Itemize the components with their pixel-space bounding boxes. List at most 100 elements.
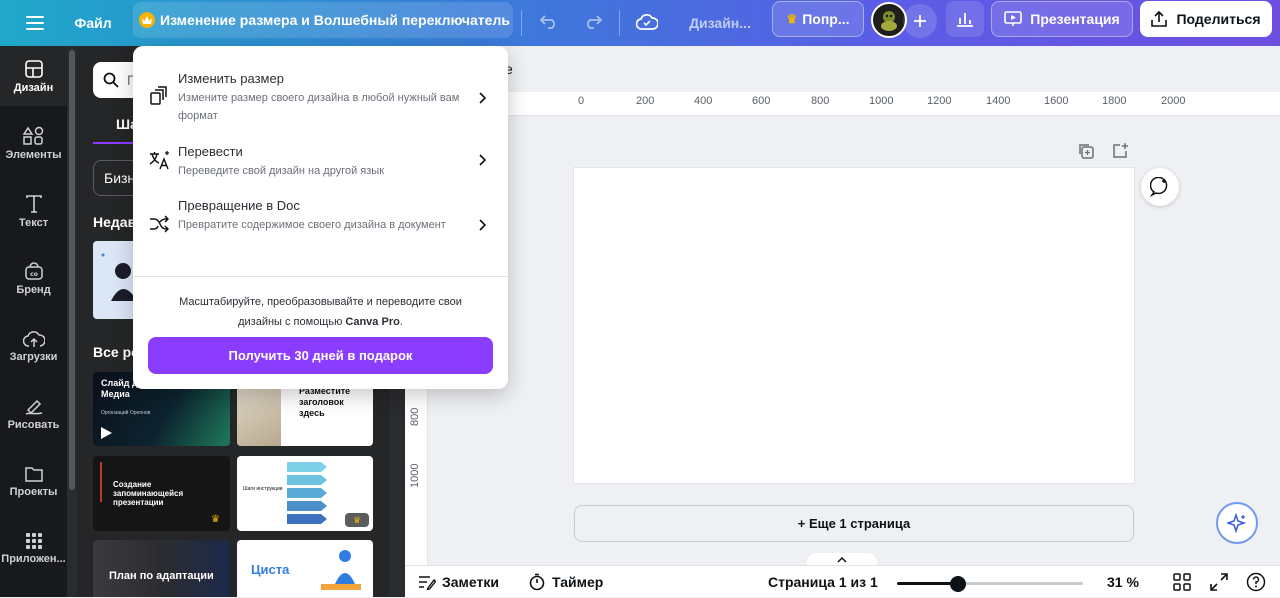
template-thumbnail[interactable]: План по адаптации	[93, 540, 230, 597]
duplicate-page-icon[interactable]	[1077, 142, 1097, 162]
draw-icon	[25, 399, 42, 415]
accent-bar	[100, 462, 102, 502]
step-arrow	[287, 475, 327, 485]
template-thumbnail[interactable]: Циста	[237, 540, 373, 597]
folder-icon	[24, 466, 43, 482]
page-indicator[interactable]: Страница 1 из 1	[768, 566, 878, 598]
rail-item-label: Дизайн	[13, 81, 54, 94]
bottom-bar: Заметки Таймер Страница 1 из 1 31 %	[405, 565, 1280, 597]
pro-promo-text: Масштабируйте, преобразовывайте и перево…	[157, 292, 484, 332]
ruler-tick: 800	[811, 95, 830, 107]
template-title: Разместите заголовок здесь	[299, 386, 351, 418]
rail-item-elements[interactable]: Элементы	[0, 113, 67, 173]
rail-item-brand[interactable]: co Бренд	[0, 248, 67, 308]
ruler-tick: 1200	[927, 95, 952, 107]
share-button[interactable]: Поделиться	[1140, 1, 1272, 37]
rail-item-label: Текст	[18, 216, 49, 229]
get-pro-trial-button[interactable]: Получить 30 дней в подарок	[148, 337, 493, 374]
rail-item-design[interactable]: Дизайн	[0, 46, 67, 106]
template-title: Создание запоминающейся презентации	[113, 480, 184, 507]
translate-icon	[149, 151, 169, 170]
side-rail: Дизайн Элементы Текст co Бренд Загрузки …	[0, 46, 67, 597]
undo-icon[interactable]	[535, 8, 563, 36]
share-upload-icon	[1151, 11, 1168, 27]
crown-icon: ♛	[786, 12, 798, 26]
present-button[interactable]: Презентация	[991, 1, 1133, 37]
menu-item-convert-to-doc[interactable]: Превращение в Doc Превратите содержимое …	[133, 192, 508, 254]
person-illustration	[321, 550, 361, 590]
magic-assistant-button[interactable]	[1216, 502, 1258, 544]
search-icon	[103, 72, 119, 88]
rail-item-label: Загрузки	[9, 350, 58, 363]
resize-icon	[150, 86, 167, 105]
notes-label: Заметки	[442, 574, 499, 590]
rail-item-uploads[interactable]: Загрузки	[0, 316, 67, 376]
template-title: Шаги инструкции	[243, 486, 283, 492]
ruler-tick: 0	[578, 95, 585, 107]
chevron-right-icon	[479, 154, 486, 166]
redo-icon[interactable]	[579, 8, 607, 36]
avatar[interactable]	[871, 2, 907, 38]
fullscreen-icon[interactable]	[1210, 573, 1228, 591]
cloud-saved-icon[interactable]	[633, 8, 661, 36]
menu-item-description: Переведите свой дизайн на другой язык	[178, 165, 385, 177]
help-icon[interactable]	[1246, 572, 1266, 592]
template-thumbnail[interactable]: Создание запоминающейся презентации ♛	[93, 456, 230, 531]
get-pro-trial-label: Получить 30 дней в подарок	[228, 348, 413, 363]
recent-heading: Недав	[93, 214, 136, 230]
rail-item-label: Элементы	[5, 148, 62, 161]
menu-item-resize[interactable]: Изменить размер Измените размер своего д…	[133, 64, 508, 126]
upload-cloud-icon	[22, 330, 45, 347]
play-icon[interactable]	[99, 426, 113, 440]
template-title: План по адаптации	[109, 570, 214, 582]
hamburger-icon[interactable]	[22, 10, 48, 36]
add-more-pages-button[interactable]: + Еще 1 страница	[574, 505, 1134, 542]
rail-item-text[interactable]: Текст	[0, 181, 67, 241]
bar-chart-icon	[957, 13, 973, 27]
rail-scrollbar[interactable]	[69, 50, 75, 490]
ruler-tick: 400	[694, 95, 713, 107]
rail-item-label: Бренд	[16, 283, 51, 296]
add-collaborator-button[interactable]	[903, 4, 937, 38]
step-arrow	[287, 501, 327, 511]
page-indicator-text: Страница 1 из 1	[768, 574, 878, 590]
template-subtitle: Оргонзаций Ореонов	[101, 410, 151, 416]
rail-item-projects[interactable]: Проекты	[0, 451, 67, 511]
design-name-label: Дизайн...	[689, 15, 751, 31]
timer-button[interactable]: Таймер	[528, 566, 603, 598]
presentation-icon	[1004, 11, 1023, 26]
ruler-horizontal: 0 200 400 600 800 1000 1200 1400 1600 18…	[428, 92, 1280, 116]
zoom-slider[interactable]	[897, 576, 1083, 592]
design-name-button[interactable]: Дизайн...	[680, 5, 760, 41]
divider	[619, 10, 620, 36]
resize-magic-switch-button[interactable]: Изменение размера и Волшебный переключат…	[133, 2, 513, 38]
grid-view-icon[interactable]	[1173, 573, 1191, 591]
zoom-level-text: 31 %	[1107, 574, 1139, 590]
zoom-slider-knob[interactable]	[950, 576, 966, 592]
apps-grid-icon	[25, 532, 42, 549]
notes-button[interactable]: Заметки	[418, 566, 499, 598]
zoom-level[interactable]: 31 %	[1107, 566, 1139, 598]
crown-icon: ♛	[345, 513, 369, 527]
pro-promo-text-main: Масштабируйте, преобразовывайте и перево…	[179, 296, 462, 328]
menu-item-translate[interactable]: Перевести Переведите свой дизайн на друг…	[133, 136, 508, 180]
recent-heading-text: Недав	[93, 214, 137, 230]
menu-item-description: Измените размер своего дизайна в любой н…	[178, 92, 460, 122]
add-comment-button[interactable]	[1141, 168, 1179, 206]
design-page[interactable]	[574, 168, 1134, 483]
template-thumbnail[interactable]: Шаги инструкции ♛	[237, 456, 373, 531]
rail-item-draw[interactable]: Рисовать	[0, 383, 67, 443]
insights-button[interactable]	[946, 1, 984, 37]
add-more-pages-label: + Еще 1 страница	[797, 516, 911, 531]
file-menu-label: Файл	[74, 15, 112, 31]
sparkle-icon	[1227, 513, 1247, 533]
pro-promo-text-end: .	[399, 316, 403, 328]
timer-label: Таймер	[552, 574, 604, 590]
file-menu-button[interactable]: Файл	[66, 5, 120, 41]
try-pro-label: Попр...	[802, 11, 850, 27]
zoom-slider-fill	[897, 582, 958, 585]
try-pro-button[interactable]: ♛ Попр...	[772, 1, 864, 37]
divider	[133, 276, 508, 277]
add-page-icon[interactable]	[1111, 142, 1131, 162]
rail-item-apps[interactable]: Приложен...	[0, 518, 67, 578]
